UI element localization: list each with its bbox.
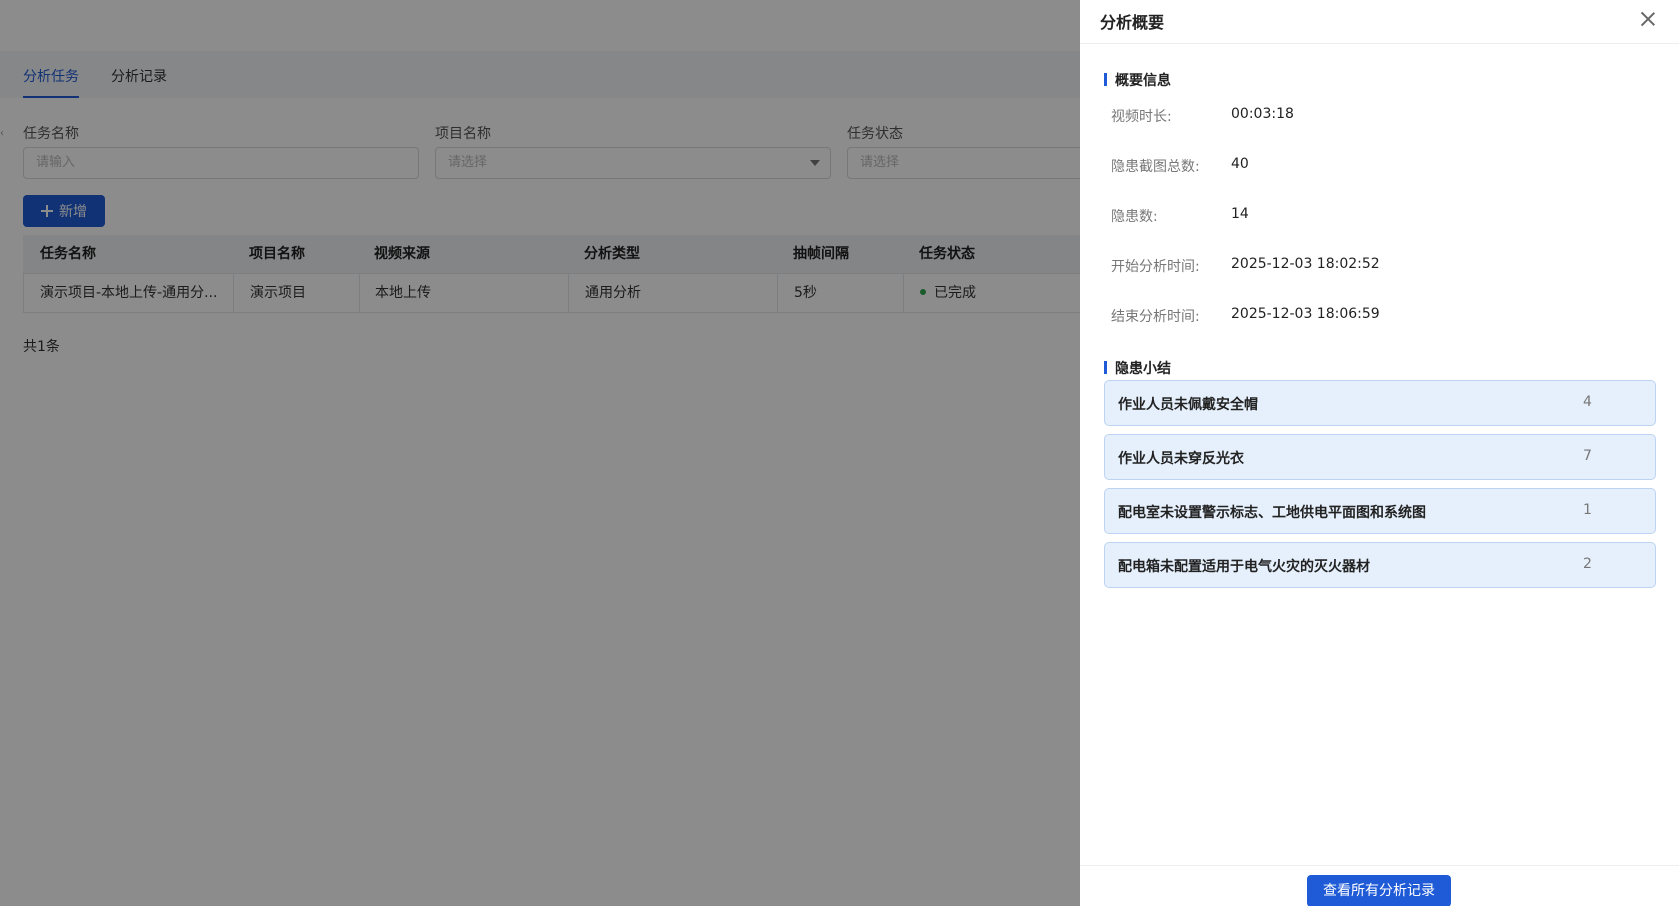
summary-label: 视频时长: (1111, 109, 1172, 125)
hazard-name: 作业人员未穿反光衣 (1118, 451, 1244, 467)
analysis-summary-drawer: 分析概要 概要信息 视频时长: 00:03:18 隐患截图总数: 40 隐患数:… (1080, 0, 1679, 906)
hazard-count: 2 (1583, 556, 1592, 572)
summary-value: 2025-12-03 18:02:52 (1231, 256, 1380, 272)
hazard-count: 4 (1583, 394, 1592, 410)
summary-value: 2025-12-03 18:06:59 (1231, 306, 1380, 322)
drawer-header: 分析概要 (1080, 0, 1679, 44)
hazard-count: 7 (1583, 448, 1592, 464)
hazard-name: 配电箱未配置适用于电气火灾的灭火器材 (1118, 559, 1370, 575)
summary-row-start-time: 开始分析时间: 2025-12-03 18:02:52 (1111, 256, 1651, 276)
drawer-title: 分析概要 (1100, 13, 1165, 32)
hazard-item[interactable]: 配电室未设置警示标志、工地供电平面图和系统图 1 (1104, 488, 1656, 534)
summary-label: 隐患截图总数: (1111, 159, 1200, 175)
summary-section-title: 概要信息 (1104, 70, 1171, 90)
summary-label: 隐患数: (1111, 209, 1158, 225)
hazard-name: 配电室未设置警示标志、工地供电平面图和系统图 (1118, 505, 1426, 521)
summary-value: 00:03:18 (1231, 106, 1294, 122)
summary-label: 开始分析时间: (1111, 259, 1200, 275)
view-all-records-button[interactable]: 查看所有分析记录 (1307, 875, 1451, 906)
hazard-name: 作业人员未佩戴安全帽 (1118, 397, 1258, 413)
summary-value: 40 (1231, 156, 1249, 172)
close-icon[interactable] (1640, 11, 1656, 27)
summary-row-video-duration: 视频时长: 00:03:18 (1111, 106, 1651, 126)
summary-value: 14 (1231, 206, 1249, 222)
summary-row-end-time: 结束分析时间: 2025-12-03 18:06:59 (1111, 306, 1651, 326)
hazard-item[interactable]: 作业人员未佩戴安全帽 4 (1104, 380, 1656, 426)
hazard-item[interactable]: 作业人员未穿反光衣 7 (1104, 434, 1656, 480)
hazard-count: 1 (1583, 502, 1592, 518)
hazard-item[interactable]: 配电箱未配置适用于电气火灾的灭火器材 2 (1104, 542, 1656, 588)
hazards-section-title: 隐患小结 (1104, 358, 1171, 378)
summary-label: 结束分析时间: (1111, 309, 1200, 325)
summary-row-screenshot-total: 隐患截图总数: 40 (1111, 156, 1651, 176)
drawer-footer: 查看所有分析记录 (1080, 865, 1679, 906)
summary-row-hazard-count: 隐患数: 14 (1111, 206, 1651, 226)
